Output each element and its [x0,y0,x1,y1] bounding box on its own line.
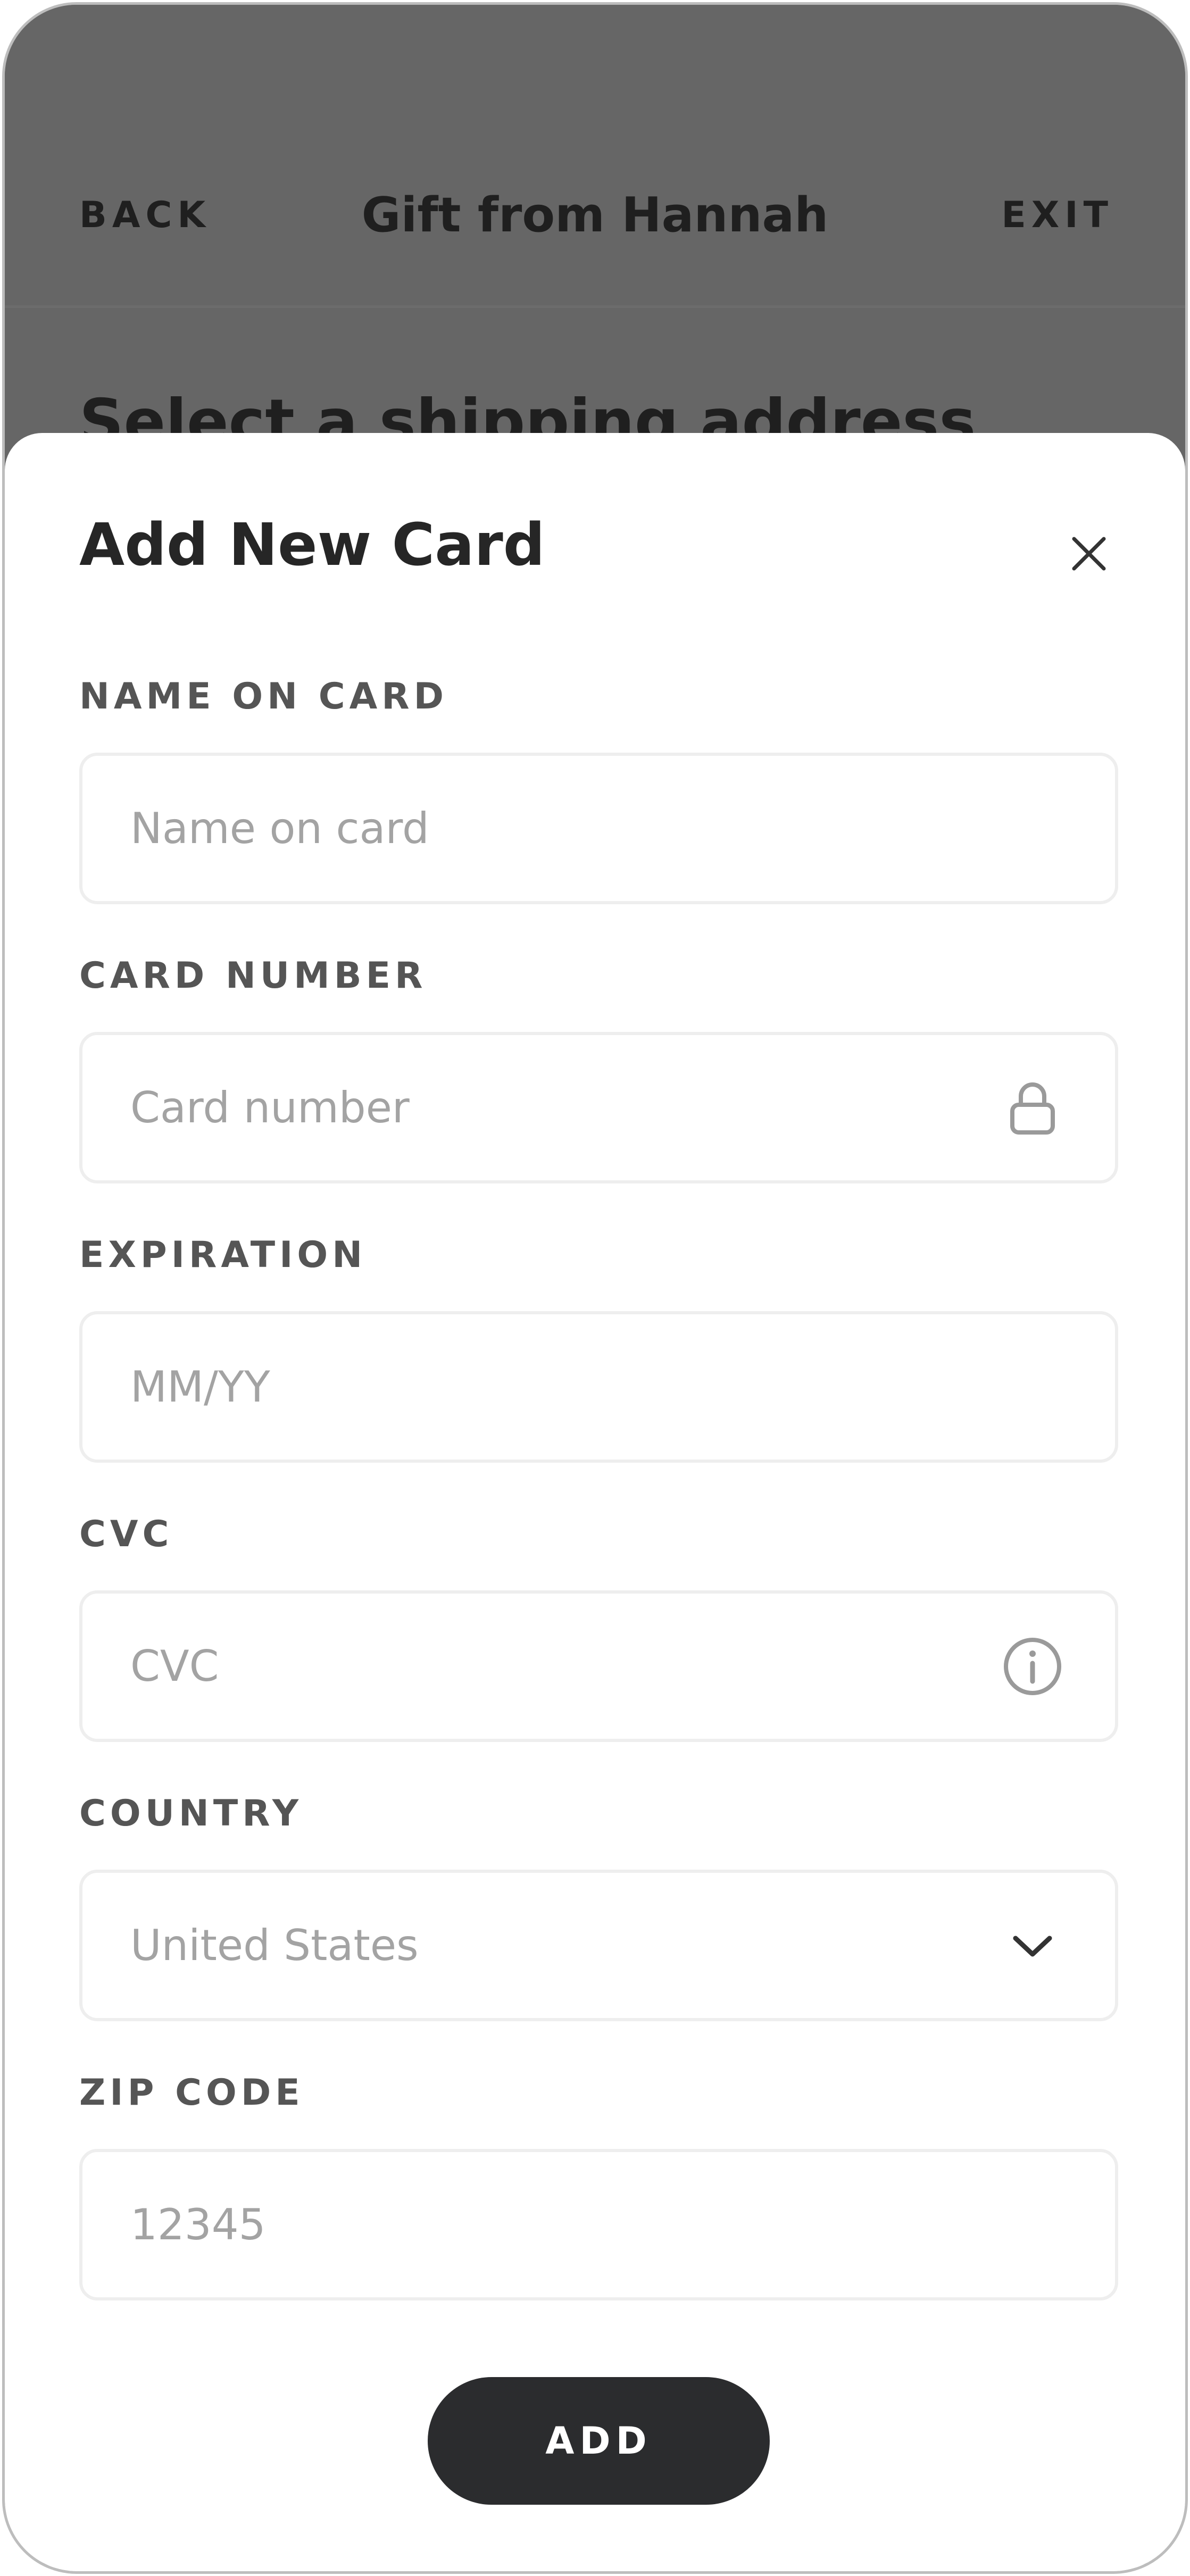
expiration-field[interactable] [79,1311,1118,1463]
sheet-title: Add New Card [79,511,545,579]
zip-code-input[interactable] [130,2152,1008,2297]
card-number-label: CARD NUMBER [79,955,427,997]
country-select[interactable]: United States [79,1870,1118,2021]
add-card-button[interactable]: ADD [428,2377,770,2505]
card-number-field[interactable] [79,1032,1118,1183]
country-label: COUNTRY [79,1793,303,1835]
name-on-card-input[interactable] [130,756,1008,901]
zip-code-field[interactable] [79,2149,1118,2300]
exit-button[interactable]: EXIT [1001,197,1113,234]
close-button[interactable] [1068,532,1110,575]
lock-icon [1010,1082,1055,1135]
close-icon [1072,537,1106,571]
expiration-label: EXPIRATION [79,1234,367,1276]
top-navigation-bar: BACK Gift from Hannah EXIT [5,5,1185,308]
country-selected-value: United States [130,1921,419,1970]
header-divider [5,305,1185,308]
card-number-input[interactable] [130,1035,1008,1180]
phone-frame: BACK Gift from Hannah EXIT Select a ship… [2,2,1188,2574]
zip-code-label: ZIP CODE [79,2072,304,2114]
info-icon[interactable] [1001,1635,1064,1698]
expiration-input[interactable] [130,1314,1008,1460]
cvc-label: CVC [79,1513,173,1555]
cvc-field[interactable] [79,1590,1118,1742]
cvc-input[interactable] [130,1594,1008,1739]
add-card-sheet: Add New Card NAME ON CARD CARD NUMBER EX… [5,433,1185,2571]
chevron-down-icon [1013,1936,1052,1956]
name-on-card-label: NAME ON CARD [79,676,448,718]
name-on-card-field[interactable] [79,753,1118,904]
